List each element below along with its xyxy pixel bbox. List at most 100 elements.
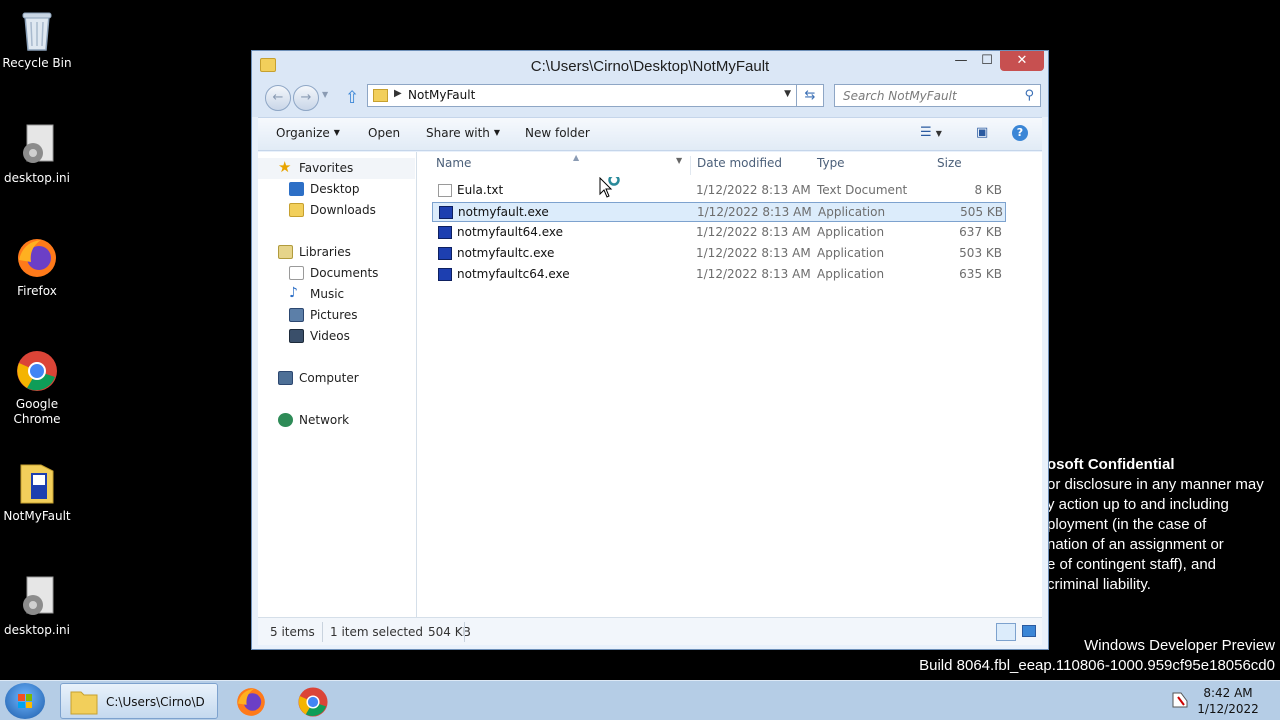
nav-item-desktop[interactable]: Desktop	[258, 179, 415, 200]
desktop-icon-firefox[interactable]: Firefox	[0, 236, 74, 299]
file-size: 503 KB	[959, 246, 1002, 260]
nav-item-label: Network	[299, 413, 350, 427]
file-type: Application	[817, 225, 885, 239]
taskbar-chrome-button[interactable]	[294, 683, 332, 719]
nav-item-libraries[interactable]: Libraries	[258, 242, 415, 263]
folder-icon	[15, 461, 59, 505]
new-folder-button[interactable]: New folder	[525, 126, 590, 140]
system-clock[interactable]: 8:42 AM 1/12/2022	[1195, 685, 1261, 717]
file-row[interactable]: notmyfaultc.exe 1/12/2022 8:13 AM Applic…	[432, 244, 1006, 264]
desktop-icon-recycle-bin[interactable]: Recycle Bin	[0, 8, 74, 71]
search-input[interactable]: Search NotMyFault ⚲	[834, 84, 1041, 107]
file-row[interactable]: notmyfault64.exe 1/12/2022 8:13 AM Appli…	[432, 223, 1006, 243]
help-button[interactable]: ?	[1012, 125, 1028, 141]
nav-item-label: Computer	[299, 371, 359, 385]
nav-item-documents[interactable]: Documents	[258, 263, 415, 284]
nav-item-downloads[interactable]: Downloads	[258, 200, 415, 221]
up-arrow-icon[interactable]: ⇧	[345, 89, 359, 107]
share-with-button[interactable]: Share with ▼	[426, 126, 500, 140]
chevron-down-icon: ▼	[333, 128, 340, 137]
desktop-icon-google-chrome[interactable]: Google Chrome	[0, 349, 74, 427]
nav-item-network[interactable]: Network	[258, 410, 415, 431]
open-button[interactable]: Open	[368, 126, 400, 140]
column-header-name[interactable]: ▲ Name	[436, 153, 579, 177]
preview-pane-button[interactable]: ▣	[976, 125, 988, 140]
forward-arrow-icon: →	[300, 90, 312, 105]
desktop-icon-desktop-ini-2[interactable]: desktop.ini	[0, 575, 74, 638]
forward-button[interactable]: →	[293, 85, 319, 111]
search-placeholder: Search NotMyFault	[843, 89, 957, 103]
chevron-down-icon: ▼	[935, 129, 942, 138]
file-row[interactable]: Eula.txt 1/12/2022 8:13 AM Text Document…	[432, 181, 1006, 201]
chevron-down-icon: ▼	[493, 128, 501, 137]
change-view-button[interactable]: ☰ ▼	[920, 125, 942, 140]
nav-item-label: Downloads	[310, 203, 376, 217]
column-divider[interactable]	[690, 156, 691, 175]
maximize-button[interactable]: ☐	[974, 51, 1000, 71]
application-icon	[438, 247, 452, 260]
pictures-icon	[289, 308, 304, 322]
details-view-icon[interactable]	[996, 623, 1016, 641]
back-button[interactable]: ←	[265, 85, 291, 111]
downloads-folder-icon	[289, 203, 304, 217]
desktop-icon-label: desktop.ini	[4, 171, 70, 185]
explorer-window: C:\Users\Cirno\Desktop\NotMyFault — ☐ ✕ …	[251, 50, 1049, 650]
column-header-size[interactable]: Size	[937, 156, 962, 177]
file-name: notmyfault64.exe	[457, 225, 564, 239]
text-file-icon	[438, 184, 452, 197]
taskbar-explorer-button[interactable]: C:\Users\Cirno\D...	[60, 683, 218, 719]
desktop-icon-notmyfault[interactable]: NotMyFault	[0, 461, 74, 524]
column-header-label: Type	[817, 156, 845, 170]
recycle-bin-icon	[15, 8, 59, 52]
file-row-selected[interactable]: notmyfault.exe 1/12/2022 8:13 AM Applica…	[432, 202, 1006, 222]
title-bar[interactable]: C:\Users\Cirno\Desktop\NotMyFault — ☐ ✕	[252, 51, 1048, 81]
nav-item-computer[interactable]: Computer	[258, 368, 415, 389]
desktop-icon	[289, 182, 304, 196]
file-size: 8 KB	[974, 183, 1002, 197]
nav-item-favorites[interactable]: ★ Favorites	[258, 158, 415, 179]
taskbar-explorer-label: C:\Users\Cirno\D...	[106, 695, 206, 709]
watermark-line: nation of an assignment or	[1047, 536, 1224, 553]
status-divider	[322, 622, 323, 642]
computer-icon	[278, 371, 293, 385]
refresh-button[interactable]: ⇆	[797, 84, 824, 107]
navigation-pane: ★ Favorites Desktop Downloads Libraries …	[258, 152, 417, 617]
share-with-label: Share with	[426, 126, 490, 140]
chevron-down-icon[interactable]: ▼	[676, 156, 682, 165]
nav-item-label: Documents	[310, 266, 379, 280]
music-icon: ♪	[289, 285, 298, 301]
nav-item-label: Music	[310, 287, 345, 301]
desktop-icon-label: desktop.ini	[4, 623, 70, 637]
organize-button[interactable]: Organize ▼	[276, 126, 340, 140]
file-name: notmyfaultc.exe	[457, 246, 555, 260]
minimize-button[interactable]: —	[948, 51, 974, 71]
close-button[interactable]: ✕	[1000, 51, 1044, 71]
nav-item-pictures[interactable]: Pictures	[258, 305, 415, 326]
taskbar-firefox-button[interactable]	[232, 683, 270, 719]
nav-item-music[interactable]: ♪ Music	[258, 284, 415, 305]
address-dropdown-icon[interactable]: ▼	[784, 89, 791, 99]
item-count: 5 items	[270, 625, 315, 639]
breadcrumb-separator-icon[interactable]: ▶	[394, 88, 402, 99]
file-size: 635 KB	[959, 267, 1002, 281]
status-divider	[464, 622, 465, 642]
watermark-line: osoft Confidential	[1047, 456, 1175, 473]
refresh-icon: ⇆	[804, 88, 816, 103]
breadcrumb-notmyfault[interactable]: NotMyFault	[408, 88, 475, 102]
back-arrow-icon: ←	[272, 90, 284, 105]
address-bar[interactable]: ▶ NotMyFault ▼	[367, 84, 797, 107]
nav-item-videos[interactable]: Videos	[258, 326, 415, 347]
recent-locations-dropdown[interactable]: ▼	[322, 90, 328, 99]
search-icon[interactable]: ⚲	[1024, 88, 1034, 103]
navigation-bar: ← → ▼ ⇧ ▶ NotMyFault ▼ ⇆ Search NotMyFau…	[252, 81, 1048, 117]
large-icons-view-icon[interactable]	[1022, 625, 1036, 637]
column-header-type[interactable]: Type	[817, 156, 845, 177]
action-center-icon[interactable]	[1170, 691, 1190, 709]
taskbar: C:\Users\Cirno\D... 8:42 AM 1/12/2022	[0, 680, 1280, 720]
desktop-icon-desktop-ini[interactable]: desktop.ini	[0, 123, 74, 186]
file-row[interactable]: notmyfaultc64.exe 1/12/2022 8:13 AM Appl…	[432, 265, 1006, 285]
chrome-icon	[15, 349, 59, 393]
file-name: Eula.txt	[457, 183, 504, 197]
start-button[interactable]	[5, 683, 45, 719]
column-header-date[interactable]: Date modified	[697, 156, 782, 177]
